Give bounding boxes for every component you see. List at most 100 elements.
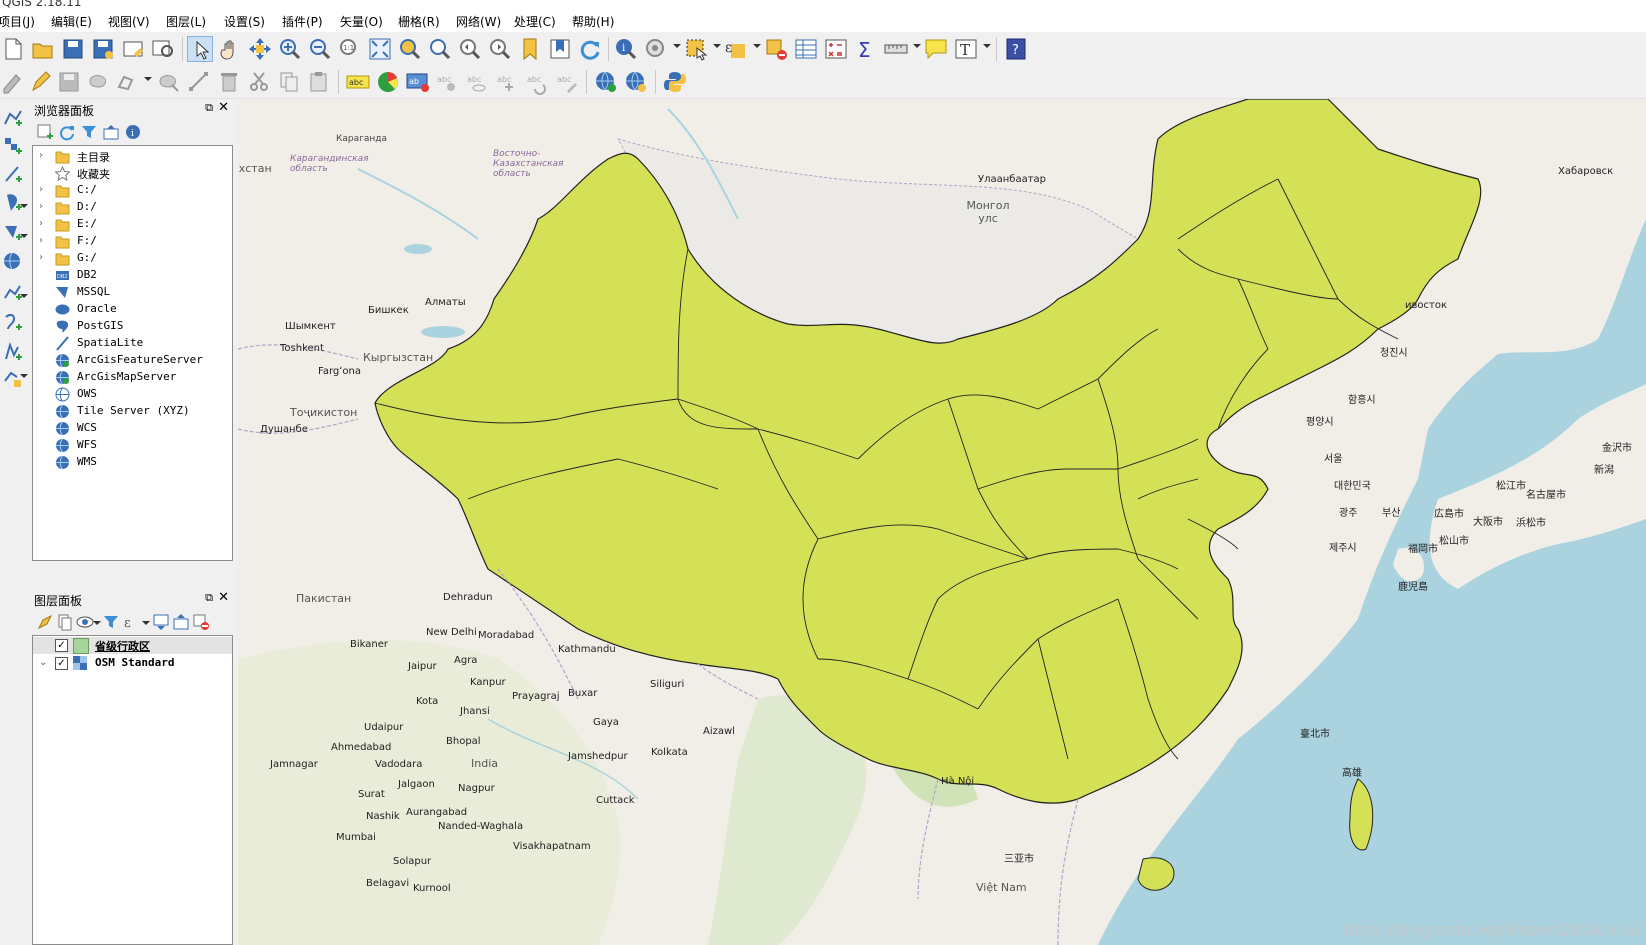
menu-help[interactable]: 帮助(H) xyxy=(572,13,614,30)
chevron-right-icon[interactable]: › xyxy=(39,252,43,263)
show-bookmarks-icon[interactable] xyxy=(547,36,573,62)
move-label-icon[interactable]: abc xyxy=(495,69,521,95)
cut-features-icon[interactable] xyxy=(246,69,272,95)
select-features-icon[interactable] xyxy=(683,36,709,62)
layer-visibility-checkbox[interactable]: ✓ xyxy=(55,639,68,652)
chevron-down-icon[interactable] xyxy=(144,77,152,81)
browser-item-drive-d[interactable]: › D:/ xyxy=(33,199,232,216)
layer-item-provinces[interactable]: ✓ 省级行政区 xyxy=(33,637,232,654)
zoom-to-layer-icon[interactable] xyxy=(427,36,453,62)
browser-item-drive-e[interactable]: › E:/ xyxy=(33,216,232,233)
browser-item-drive-c[interactable]: › C:/ xyxy=(33,182,232,199)
add-raster-layer-icon[interactable] xyxy=(2,135,24,157)
layer-labeling-icon[interactable]: abc xyxy=(345,69,371,95)
current-edits-icon[interactable] xyxy=(0,69,26,95)
expand-all-icon[interactable] xyxy=(152,613,170,631)
zoom-out-icon[interactable] xyxy=(307,36,333,62)
delete-selected-icon[interactable] xyxy=(216,69,242,95)
refresh-icon[interactable] xyxy=(577,36,603,62)
toggle-editing-icon[interactable] xyxy=(28,69,54,95)
add-mssql-layer-icon[interactable] xyxy=(2,221,24,243)
new-shapefile-layer-icon[interactable] xyxy=(2,367,24,389)
add-wms-layer-icon[interactable] xyxy=(2,251,24,273)
close-panel-icon[interactable]: ✕ xyxy=(218,100,229,115)
menu-layer[interactable]: 图层(L) xyxy=(166,13,206,30)
add-group-icon[interactable] xyxy=(56,613,74,631)
chevron-down-icon[interactable] xyxy=(673,44,681,48)
browser-item-tile-server[interactable]: Tile Server (XYZ) xyxy=(33,403,232,420)
chevron-down-icon[interactable] xyxy=(753,44,761,48)
filter-by-expression-icon[interactable]: ε xyxy=(122,613,140,631)
statistics-summary-icon[interactable]: Σ xyxy=(853,36,879,62)
save-as-icon[interactable] xyxy=(90,36,116,62)
collapse-all-icon[interactable] xyxy=(172,613,190,631)
add-spatialite-layer-icon[interactable] xyxy=(2,163,24,185)
chevron-down-icon[interactable] xyxy=(913,44,921,48)
show-hide-labels-icon[interactable]: abc xyxy=(465,69,491,95)
browser-item-arcgis-map-server[interactable]: ArcGisMapServer xyxy=(33,369,232,386)
highlight-pinned-labels-icon[interactable]: ab xyxy=(405,69,431,95)
menu-processing[interactable]: 处理(C) xyxy=(514,13,556,30)
chevron-down-icon[interactable]: ⌄ xyxy=(39,657,47,668)
add-selected-layers-icon[interactable] xyxy=(36,123,54,141)
move-feature-icon[interactable] xyxy=(114,69,140,95)
map-tips-icon[interactable] xyxy=(923,36,949,62)
filter-browser-icon[interactable] xyxy=(80,123,98,141)
refresh-browser-icon[interactable] xyxy=(58,123,76,141)
measure-line-icon[interactable] xyxy=(883,36,909,62)
chevron-down-icon[interactable] xyxy=(20,204,28,208)
chevron-down-icon[interactable] xyxy=(93,621,101,625)
chevron-down-icon[interactable] xyxy=(142,621,150,625)
menu-settings[interactable]: 设置(S) xyxy=(224,13,265,30)
browser-item-db2[interactable]: DB2 DB2 xyxy=(33,267,232,284)
filter-legend-icon[interactable] xyxy=(102,613,120,631)
zoom-to-selection-icon[interactable] xyxy=(397,36,423,62)
text-annotation-icon[interactable]: T xyxy=(953,36,979,62)
chevron-right-icon[interactable]: › xyxy=(39,150,43,161)
node-tool-icon[interactable] xyxy=(156,69,182,95)
add-vector-layer-icon[interactable] xyxy=(2,107,24,129)
close-panel-icon[interactable]: ✕ xyxy=(218,590,229,605)
chevron-down-icon[interactable] xyxy=(20,294,28,298)
pan-map-icon[interactable] xyxy=(217,36,243,62)
browser-item-favorites[interactable]: 收藏夹 xyxy=(33,165,232,182)
deselect-features-icon[interactable] xyxy=(763,36,789,62)
menu-view[interactable]: 视图(V) xyxy=(108,13,150,30)
browser-item-arcgis-feature-server[interactable]: ArcGisFeatureServer xyxy=(33,352,232,369)
zoom-in-icon[interactable] xyxy=(277,36,303,62)
zoom-full-icon[interactable] xyxy=(367,36,393,62)
chevron-right-icon[interactable]: › xyxy=(39,218,43,229)
copy-features-icon[interactable] xyxy=(276,69,302,95)
new-project-icon[interactable] xyxy=(0,36,26,62)
browser-item-postgis[interactable]: PostGIS xyxy=(33,318,232,335)
change-label-icon[interactable]: abc xyxy=(555,69,581,95)
float-panel-icon[interactable]: ⧉ xyxy=(205,591,213,605)
menu-web[interactable]: 网络(W) xyxy=(456,13,501,30)
zoom-native-icon[interactable]: 1:1 xyxy=(337,36,363,62)
open-project-icon[interactable] xyxy=(30,36,56,62)
open-layer-styling-icon[interactable] xyxy=(36,613,54,631)
select-by-expression-icon[interactable]: ε xyxy=(723,36,749,62)
add-virtual-layer-icon[interactable] xyxy=(2,341,24,363)
rotate-label-icon[interactable]: abc xyxy=(525,69,551,95)
browser-item-wcs[interactable]: WCS xyxy=(33,420,232,437)
paste-features-icon[interactable] xyxy=(306,69,332,95)
run-feature-action-icon[interactable] xyxy=(643,36,669,62)
menu-raster[interactable]: 栅格(R) xyxy=(398,13,440,30)
menu-plugins[interactable]: 插件(P) xyxy=(282,13,323,30)
browser-item-mssql[interactable]: MSSQL xyxy=(33,284,232,301)
node-edit-icon[interactable] xyxy=(186,69,212,95)
pan-to-selection-icon[interactable] xyxy=(247,36,273,62)
pin-labels-icon[interactable]: abc xyxy=(435,69,461,95)
browser-item-drive-f[interactable]: › F:/ xyxy=(33,233,232,250)
attribute-table-icon[interactable] xyxy=(793,36,819,62)
add-postgis-layer-icon[interactable] xyxy=(2,191,24,213)
field-calculator-icon[interactable] xyxy=(823,36,849,62)
pan-select-icon[interactable] xyxy=(187,36,213,62)
browser-item-wms[interactable]: WMS xyxy=(33,454,232,471)
zoom-last-icon[interactable] xyxy=(457,36,483,62)
chevron-right-icon[interactable]: › xyxy=(39,201,43,212)
manage-map-themes-icon[interactable] xyxy=(76,613,94,631)
add-feature-icon[interactable] xyxy=(86,69,112,95)
layer-item-osm-standard[interactable]: ⌄ ✓ OSM Standard xyxy=(33,655,232,672)
